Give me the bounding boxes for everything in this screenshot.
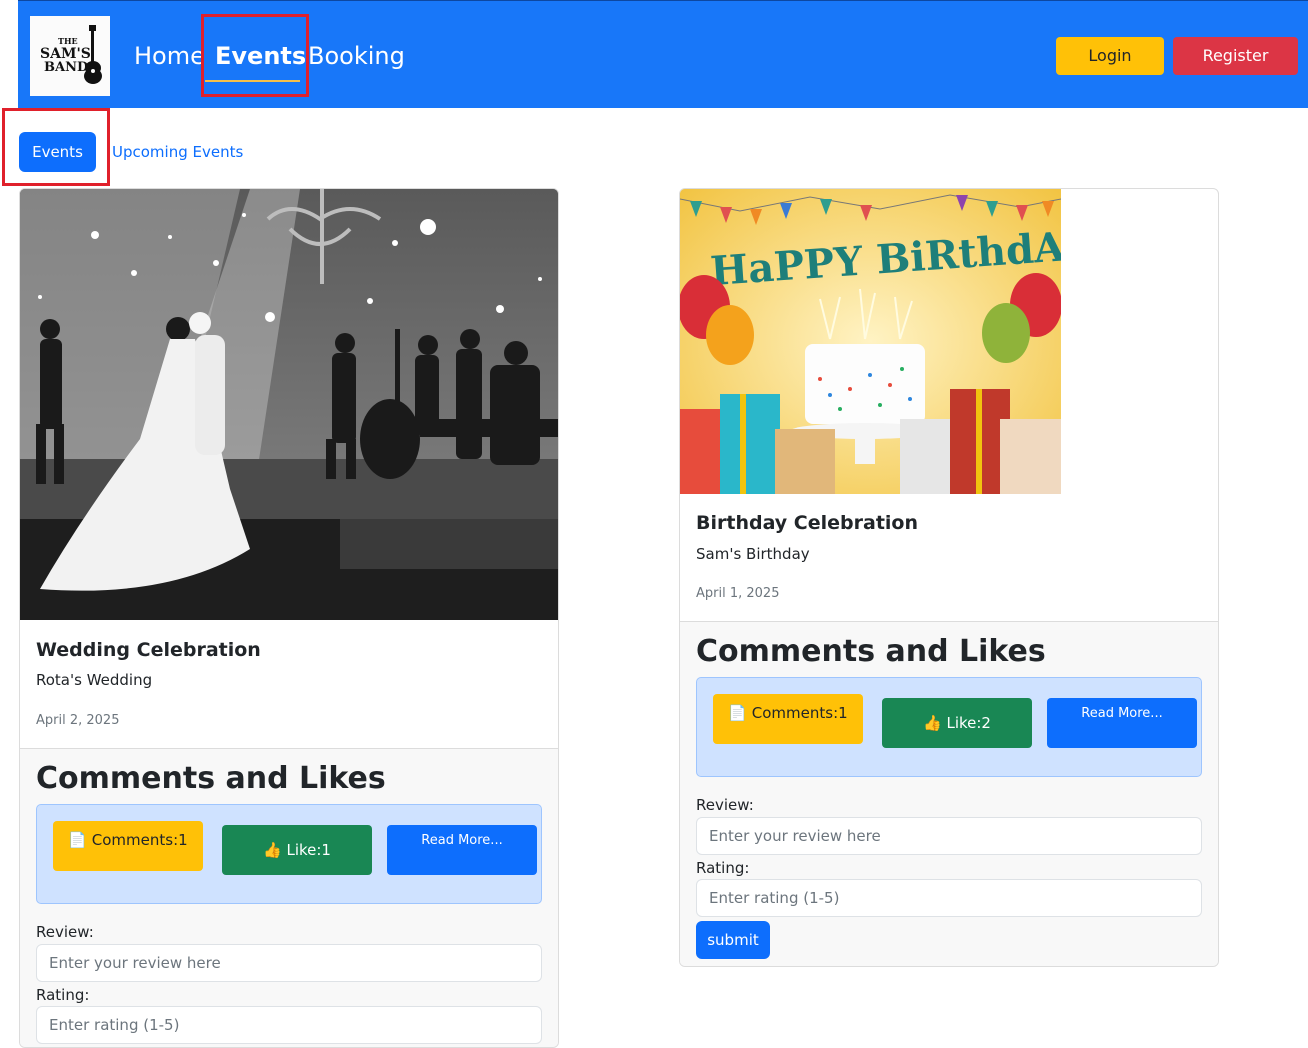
comments-likes-footer: Comments and Likes 📄 Comments:1 👍 Like:1…: [20, 748, 558, 1047]
login-button[interactable]: Login: [1056, 37, 1164, 75]
read-more-button[interactable]: Read More...: [387, 825, 537, 875]
comments-count: Comments:1: [751, 704, 848, 722]
comments-button[interactable]: 📄 Comments:1: [713, 694, 863, 744]
comments-likes-heading: Comments and Likes: [36, 761, 386, 796]
like-button[interactable]: 👍 Like:1: [222, 825, 372, 875]
wedding-illustration: [20, 189, 558, 620]
logo-text-top: THE: [58, 36, 78, 46]
logo-text-bottom: BAND: [44, 60, 88, 75]
nav-home-link[interactable]: Home: [134, 41, 205, 71]
top-navbar: THE SAM'S BAND Home Events Booking Login…: [18, 0, 1308, 108]
comments-likes-heading: Comments and Likes: [696, 634, 1046, 669]
thumbs-up-icon: 👍: [923, 714, 942, 732]
submit-button[interactable]: submit: [696, 921, 770, 959]
review-input[interactable]: [696, 817, 1202, 855]
event-date: April 2, 2025: [36, 713, 120, 728]
thumbs-up-icon: 👍: [263, 841, 282, 859]
rating-label: Rating:: [36, 986, 90, 1004]
rating-input[interactable]: [696, 879, 1202, 917]
actions-box: 📄 Comments:1 👍 Like:1 Read More...: [36, 804, 542, 904]
rating-input[interactable]: [36, 1006, 542, 1044]
event-title: Wedding Celebration: [36, 639, 261, 661]
events-tab-button[interactable]: Events: [19, 132, 96, 172]
birthday-illustration: HaPPY BiRthdAY!: [680, 189, 1061, 494]
guitar-logo-icon: THE SAM'S BAND: [30, 16, 110, 96]
document-icon: 📄: [68, 831, 87, 849]
review-label: Review:: [696, 796, 754, 814]
comments-button[interactable]: 📄 Comments:1: [53, 821, 203, 871]
comments-count: Comments:1: [91, 831, 188, 849]
annotation-highlight-events-nav: [201, 14, 309, 97]
event-date: April 1, 2025: [696, 586, 780, 601]
document-icon: 📄: [728, 704, 747, 722]
review-input[interactable]: [36, 944, 542, 982]
like-button[interactable]: 👍 Like:2: [882, 698, 1032, 748]
rating-label: Rating:: [696, 859, 750, 877]
actions-box: 📄 Comments:1 👍 Like:2 Read More...: [696, 677, 1202, 777]
comments-likes-footer: Comments and Likes 📄 Comments:1 👍 Like:2…: [680, 621, 1218, 966]
event-card-wedding: Wedding Celebration Rota's Wedding April…: [19, 188, 559, 1048]
like-count: Like:1: [286, 841, 331, 859]
birthday-event-image: HaPPY BiRthdAY!: [680, 189, 1061, 494]
upcoming-events-link[interactable]: Upcoming Events: [112, 142, 243, 162]
wedding-event-image: [20, 189, 558, 620]
like-count: Like:2: [946, 714, 991, 732]
event-card-birthday: HaPPY BiRthdAY! Birthday Celebration Sam…: [679, 188, 1219, 967]
event-subtitle: Rota's Wedding: [36, 671, 153, 689]
nav-booking-link[interactable]: Booking: [308, 41, 405, 71]
register-button[interactable]: Register: [1173, 37, 1298, 75]
band-logo[interactable]: THE SAM'S BAND: [30, 16, 110, 96]
read-more-button[interactable]: Read More...: [1047, 698, 1197, 748]
event-subtitle: Sam's Birthday: [696, 545, 810, 563]
event-title: Birthday Celebration: [696, 512, 919, 534]
review-label: Review:: [36, 923, 94, 941]
